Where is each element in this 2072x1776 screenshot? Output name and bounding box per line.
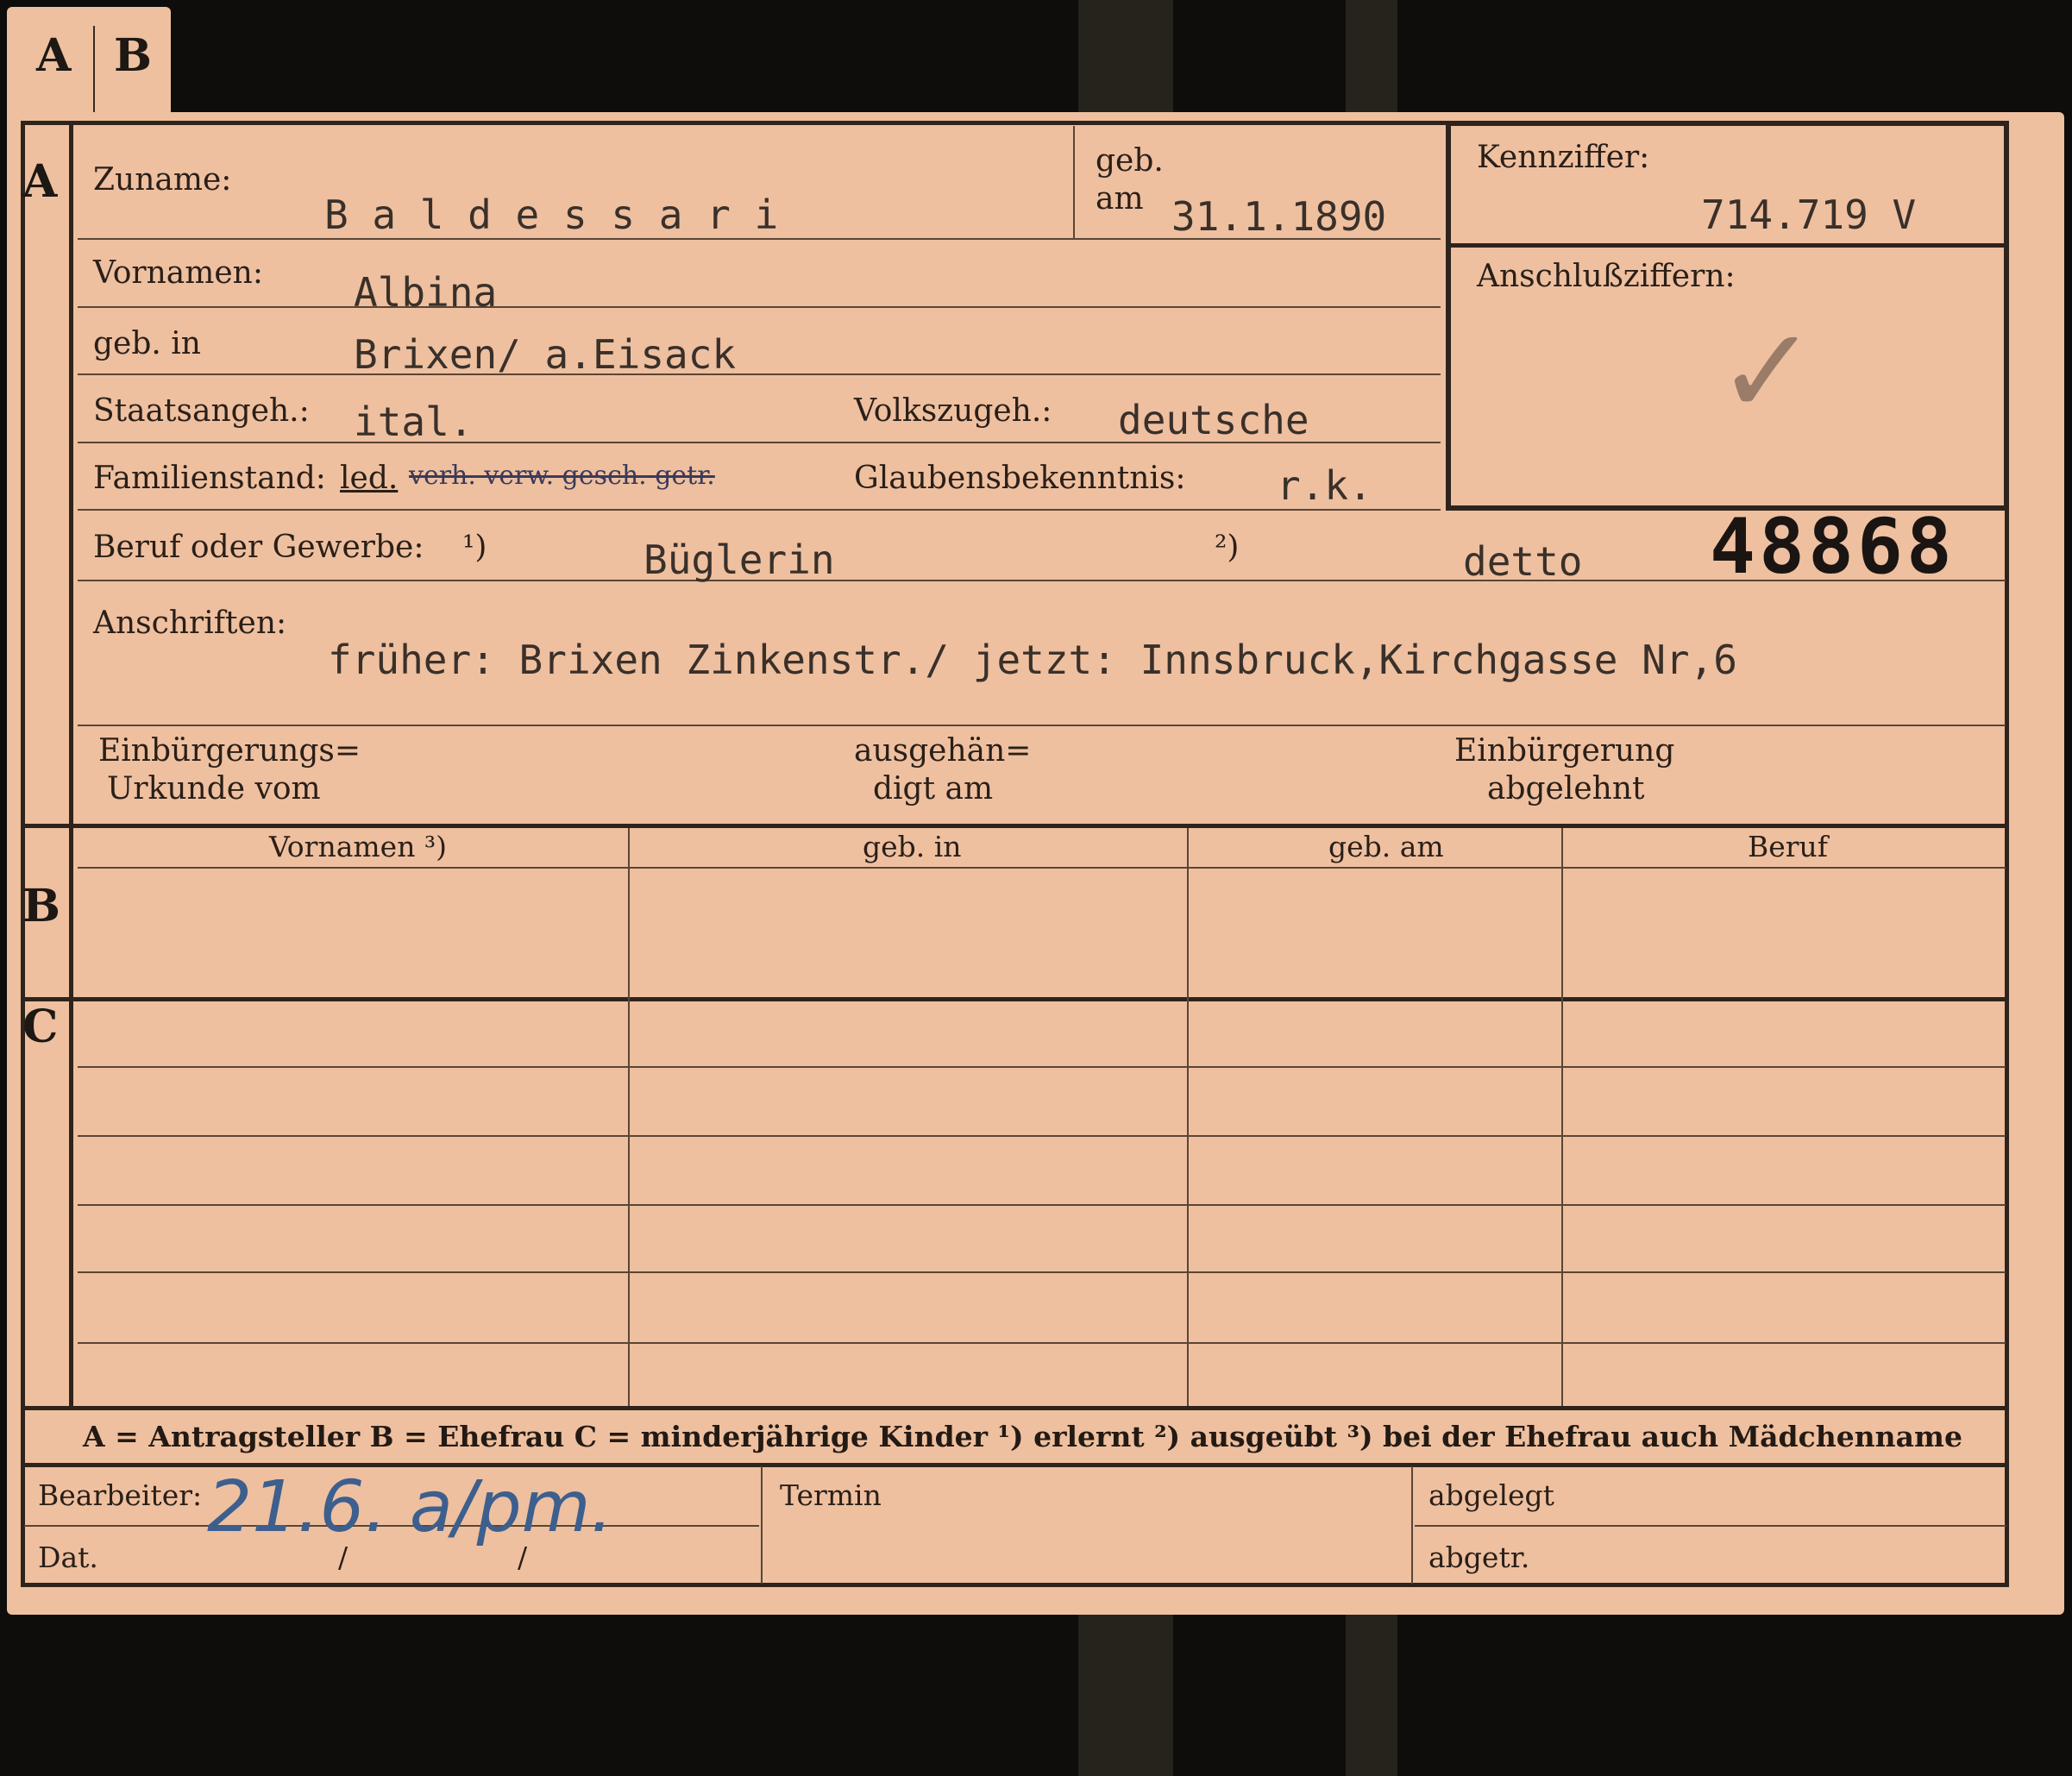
staatsangeh-value: ital. (354, 399, 474, 445)
volkszugeh-label: Volkszugeh.: (854, 393, 1052, 429)
geb-am-value: 31.1.1890 (1171, 193, 1387, 240)
volkszugeh-value: deutsche (1118, 397, 1309, 443)
handwritten-date: 21.6. a/pm. (207, 1466, 613, 1548)
einbuergerungs-urkunde-label-1: Einbürgerungs= (98, 733, 361, 769)
glaubensbekenntnis-label: Glaubensbekenntnis: (854, 461, 1186, 496)
beruf-ausgeuebt-value: detto (1463, 538, 1583, 585)
staatsangeh-label: Staatsangeh.: (93, 393, 310, 429)
termin-label: Termin (780, 1478, 882, 1512)
einbuergerung-abgelehnt-label-2: abgelehnt (1487, 771, 1645, 806)
section-column-divider (69, 121, 73, 1406)
ausgehaendigt-label-1: ausgehän= (854, 733, 1032, 769)
dat-label: Dat. (38, 1541, 98, 1574)
footer-divider-1 (761, 1466, 763, 1584)
zuname-value: B a l d e s s a r i (324, 191, 779, 238)
table-row-line (78, 1342, 2006, 1344)
section-b-label: B (22, 880, 60, 932)
legend-text: A = Antragsteller B = Ehefrau C = minder… (83, 1420, 1962, 1453)
vornamen-label: Vornamen: (93, 255, 263, 291)
abgelegt-label: abgelegt (1428, 1478, 1554, 1512)
geb-am-divider (1073, 126, 1075, 238)
table-header-beruf: Beruf (1748, 830, 1829, 863)
checkmark-icon: ✓ (1717, 302, 1818, 442)
table-col-divider-3 (1561, 828, 1563, 1406)
anschrift-value: früher: Brixen Zinkenstr./ jetzt: Innsbr… (328, 637, 1737, 683)
beruf-erlernt-value: Büglerin (644, 537, 835, 583)
row-line-anschriften (78, 725, 2006, 726)
section-c-label: C (22, 1001, 59, 1053)
footer-mid-line-right (1415, 1525, 2006, 1527)
familienstand-struck: verh. verw. gesch. getr. (409, 461, 715, 491)
bearbeiter-label: Bearbeiter: (38, 1478, 203, 1512)
zuname-label: Zuname: (93, 162, 232, 198)
table-row-line (78, 1204, 2006, 1206)
kennziffer-divider (1449, 243, 2006, 248)
file-number: 48868 (1710, 502, 1956, 591)
geb-am-label-bottom: am (1096, 181, 1144, 217)
table-col-divider-1 (628, 828, 630, 1406)
geb-in-label: geb. in (93, 326, 201, 361)
table-row-line (78, 1135, 2006, 1137)
section-a-bottom (21, 824, 2009, 828)
table-header-vornamen: Vornamen ³) (269, 830, 448, 863)
tab-divider (93, 26, 95, 112)
ausgehaendigt-label-2: digt am (873, 771, 994, 806)
table-row-line (78, 1271, 2006, 1273)
einbuergerungs-urkunde-label-2: Urkunde vom (107, 771, 321, 806)
vornamen-value: Albina (354, 269, 498, 316)
index-tab: A B (7, 7, 171, 117)
table-row-line (78, 1066, 2006, 1068)
table-col-divider-2 (1187, 828, 1189, 1406)
kennziffer-label: Kennziffer: (1477, 140, 1650, 175)
row-line-vornamen (78, 306, 1441, 308)
familienstand-selected: led. (340, 461, 399, 496)
section-b-bottom (21, 997, 2009, 1001)
table-header-geb-in: geb. in (863, 830, 962, 863)
geb-am-label-top: geb. (1096, 143, 1164, 179)
footer-divider-2 (1411, 1466, 1413, 1584)
glaube-value: r.k. (1277, 462, 1372, 509)
footnote-2-marker: ²) (1215, 530, 1240, 565)
familienstand-label: Familienstand: (93, 461, 326, 496)
footnote-1-marker: ¹) (462, 530, 487, 565)
einbuergerung-abgelehnt-label-1: Einbürgerung (1454, 733, 1675, 769)
section-c-bottom (21, 1406, 2009, 1410)
row-line-geb-in (78, 373, 1441, 375)
table-header-line (78, 867, 2006, 869)
anschlussziffern-label: Anschlußziffern: (1477, 259, 1736, 294)
table-header-geb-am: geb. am (1328, 830, 1444, 863)
row-line-familienstand (78, 509, 1441, 511)
tab-letter-b: B (114, 29, 152, 82)
anschriften-label: Anschriften: (93, 606, 287, 641)
abgetr-label: abgetr. (1428, 1541, 1530, 1574)
beruf-label: Beruf oder Gewerbe: (93, 530, 424, 565)
geb-in-value: Brixen/ a.Eisack (354, 331, 737, 378)
kennziffer-value: 714.719 V (1701, 191, 1917, 238)
tab-letter-a: A (36, 29, 72, 82)
section-a-label: A (22, 155, 58, 208)
